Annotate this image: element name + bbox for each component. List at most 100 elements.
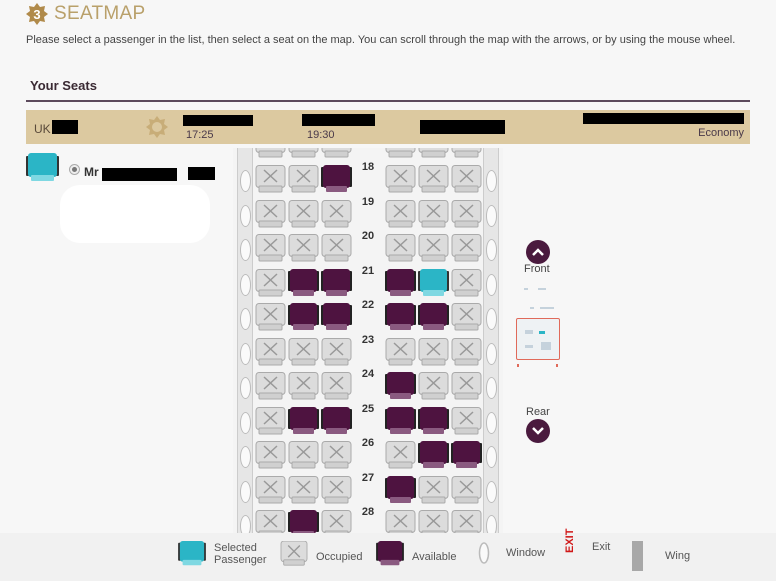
legend-exit: EXIT Exit bbox=[564, 528, 611, 553]
seat-available[interactable] bbox=[288, 406, 319, 436]
redacted-route bbox=[583, 113, 744, 124]
seat-available[interactable] bbox=[321, 268, 352, 298]
seat-occupied bbox=[321, 372, 352, 401]
seat-selected-icon bbox=[26, 153, 59, 181]
redacted-passenger-details bbox=[60, 185, 210, 243]
legend-window: Window bbox=[478, 541, 545, 565]
seat-selected[interactable] bbox=[418, 268, 449, 298]
seat-occupied bbox=[288, 165, 319, 194]
instructions-text: Please select a passenger in the list, t… bbox=[26, 34, 736, 46]
seat-occupied bbox=[418, 372, 449, 401]
mini-map-viewport[interactable] bbox=[516, 318, 560, 360]
seat-partial bbox=[418, 148, 449, 159]
seat-available[interactable] bbox=[321, 303, 352, 332]
window-right bbox=[486, 515, 497, 533]
mini-map-mark bbox=[538, 288, 546, 290]
scroll-rear-button[interactable] bbox=[526, 419, 550, 443]
seat-available[interactable] bbox=[385, 303, 416, 332]
seat-occupied bbox=[321, 510, 352, 533]
row-number: 18 bbox=[361, 161, 375, 173]
exit-sign-icon: EXIT bbox=[564, 528, 576, 553]
seat-occupied bbox=[418, 199, 449, 229]
seat-occupied bbox=[418, 337, 449, 367]
legend-exit-label: Exit bbox=[592, 541, 611, 553]
mini-map[interactable] bbox=[516, 280, 560, 370]
page-title: SEATMAP bbox=[54, 3, 146, 24]
window-right bbox=[486, 204, 497, 227]
legend-wing: Wing bbox=[632, 541, 690, 571]
seat-occupied bbox=[255, 165, 286, 194]
passenger-radio[interactable] bbox=[69, 164, 80, 175]
seat-occupied bbox=[451, 268, 482, 298]
window-left bbox=[240, 342, 251, 365]
legend-window-label: Window bbox=[506, 547, 546, 559]
seat-occupied bbox=[451, 475, 482, 505]
seat-available[interactable] bbox=[288, 510, 319, 533]
seat-occupied bbox=[418, 165, 449, 194]
seat-occupied bbox=[451, 199, 482, 229]
cabin-class: Economy bbox=[698, 127, 744, 139]
mini-map-mark bbox=[541, 342, 551, 350]
seat-available[interactable] bbox=[321, 165, 352, 194]
seat-available[interactable] bbox=[385, 406, 416, 436]
seat-selected-icon bbox=[178, 541, 206, 566]
seat-occupied bbox=[255, 303, 286, 332]
row-number: 26 bbox=[361, 437, 375, 449]
page-header: 3 SEATMAP bbox=[26, 3, 146, 25]
seat-occupied bbox=[451, 372, 482, 401]
rear-label: Rear bbox=[526, 406, 550, 418]
seat-available[interactable] bbox=[418, 406, 449, 436]
seat-occupied bbox=[451, 406, 482, 436]
seat-available[interactable] bbox=[385, 268, 416, 298]
seat-occupied bbox=[288, 337, 319, 367]
window-right bbox=[486, 239, 497, 261]
window-left bbox=[240, 446, 251, 468]
row-number: 24 bbox=[361, 368, 375, 380]
window-left bbox=[240, 480, 251, 503]
seat-available[interactable] bbox=[385, 475, 416, 505]
step-number: 3 bbox=[33, 6, 41, 22]
mini-map-mark bbox=[540, 307, 554, 309]
seat-available[interactable] bbox=[288, 303, 319, 332]
row-number: 27 bbox=[361, 471, 375, 484]
window-left bbox=[240, 411, 251, 434]
window-right bbox=[486, 377, 497, 399]
redacted-passenger-name bbox=[102, 168, 177, 181]
seat-occupied bbox=[321, 199, 352, 229]
row-number: 28 bbox=[361, 506, 375, 518]
seat-occupied bbox=[255, 268, 286, 298]
flight-segment-bar[interactable]: UK 17:25 19:30 Economy bbox=[26, 110, 750, 144]
seat-occupied bbox=[385, 337, 416, 367]
seat-occupied bbox=[385, 510, 416, 533]
seat-occupied bbox=[321, 441, 352, 470]
your-seats-header: Your Seats bbox=[26, 76, 750, 102]
seat-available[interactable] bbox=[385, 372, 416, 401]
seat-available-icon bbox=[376, 541, 404, 566]
seat-occupied bbox=[418, 475, 449, 505]
seat-available[interactable] bbox=[418, 441, 449, 470]
row-number: 21 bbox=[361, 264, 375, 277]
window-left bbox=[240, 515, 251, 533]
seat-occupied bbox=[451, 510, 482, 533]
seat-occupied bbox=[255, 372, 286, 401]
redacted-origin bbox=[52, 120, 78, 134]
seat-occupied bbox=[385, 165, 416, 194]
seat-available[interactable] bbox=[288, 268, 319, 298]
seat-occupied bbox=[385, 199, 416, 229]
seat-available[interactable] bbox=[321, 406, 352, 436]
seat-available[interactable] bbox=[451, 441, 482, 470]
seat-map[interactable]: 18 19 20 21 22 23 24 25 26 27 28 bbox=[233, 148, 503, 533]
chevron-down-icon bbox=[532, 427, 544, 435]
seat-partial bbox=[321, 148, 352, 159]
window-left bbox=[240, 170, 251, 192]
legend-occupied: Occupied bbox=[280, 541, 362, 567]
legend-selected-label: Selected Passenger bbox=[214, 542, 267, 566]
scroll-front-button[interactable] bbox=[526, 240, 550, 264]
seat-occupied bbox=[385, 234, 416, 263]
origin-code: UK bbox=[34, 122, 51, 136]
legend-selected: Selected Passenger bbox=[178, 541, 267, 567]
window-left bbox=[240, 273, 251, 296]
seat-partial bbox=[451, 148, 482, 159]
sun-icon bbox=[146, 116, 168, 138]
seat-available[interactable] bbox=[418, 303, 449, 332]
